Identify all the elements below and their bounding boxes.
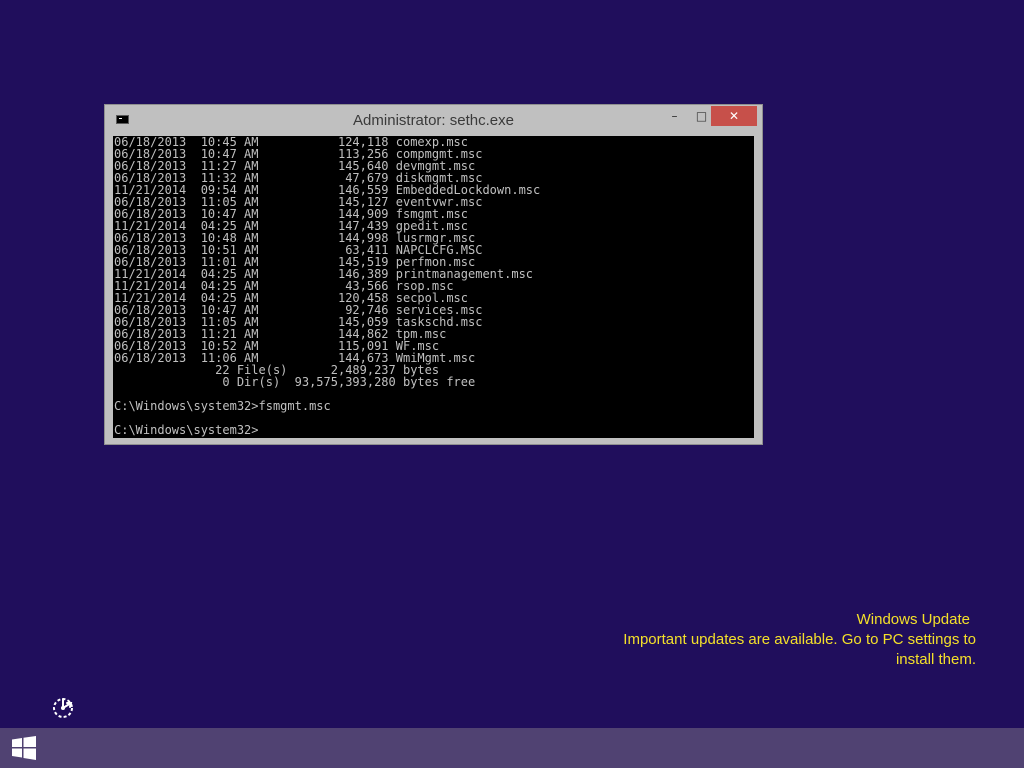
console-command-line: C:\Windows\system32>fsmgmt.msc xyxy=(114,399,331,413)
start-button[interactable] xyxy=(10,736,38,760)
windows-logo-icon xyxy=(12,736,36,760)
console-summary-dirs: 0 Dir(s) 93,575,393,280 bytes free xyxy=(114,375,476,389)
notification-message-line2: install them. xyxy=(895,651,976,668)
cmd-window[interactable]: Administrator: sethc.exe – □ ✕ 06/18/201… xyxy=(104,104,763,445)
windows-update-notification[interactable]: Windows Update Important updates are ava… xyxy=(623,610,976,670)
close-button[interactable]: ✕ xyxy=(711,106,757,126)
console-prompt[interactable]: C:\Windows\system32> xyxy=(114,424,754,436)
console-output[interactable]: 06/18/2013 10:45 AM 124,118 comexp.msc 0… xyxy=(113,136,754,438)
window-titlebar[interactable]: Administrator: sethc.exe – □ ✕ xyxy=(105,105,762,135)
ease-of-access-icon[interactable] xyxy=(50,693,78,721)
notification-message-line1: Important updates are available. Go to P… xyxy=(623,631,976,648)
notification-title: Windows Update xyxy=(856,611,970,628)
taskbar xyxy=(0,728,1024,768)
minimize-button[interactable]: – xyxy=(661,106,688,126)
